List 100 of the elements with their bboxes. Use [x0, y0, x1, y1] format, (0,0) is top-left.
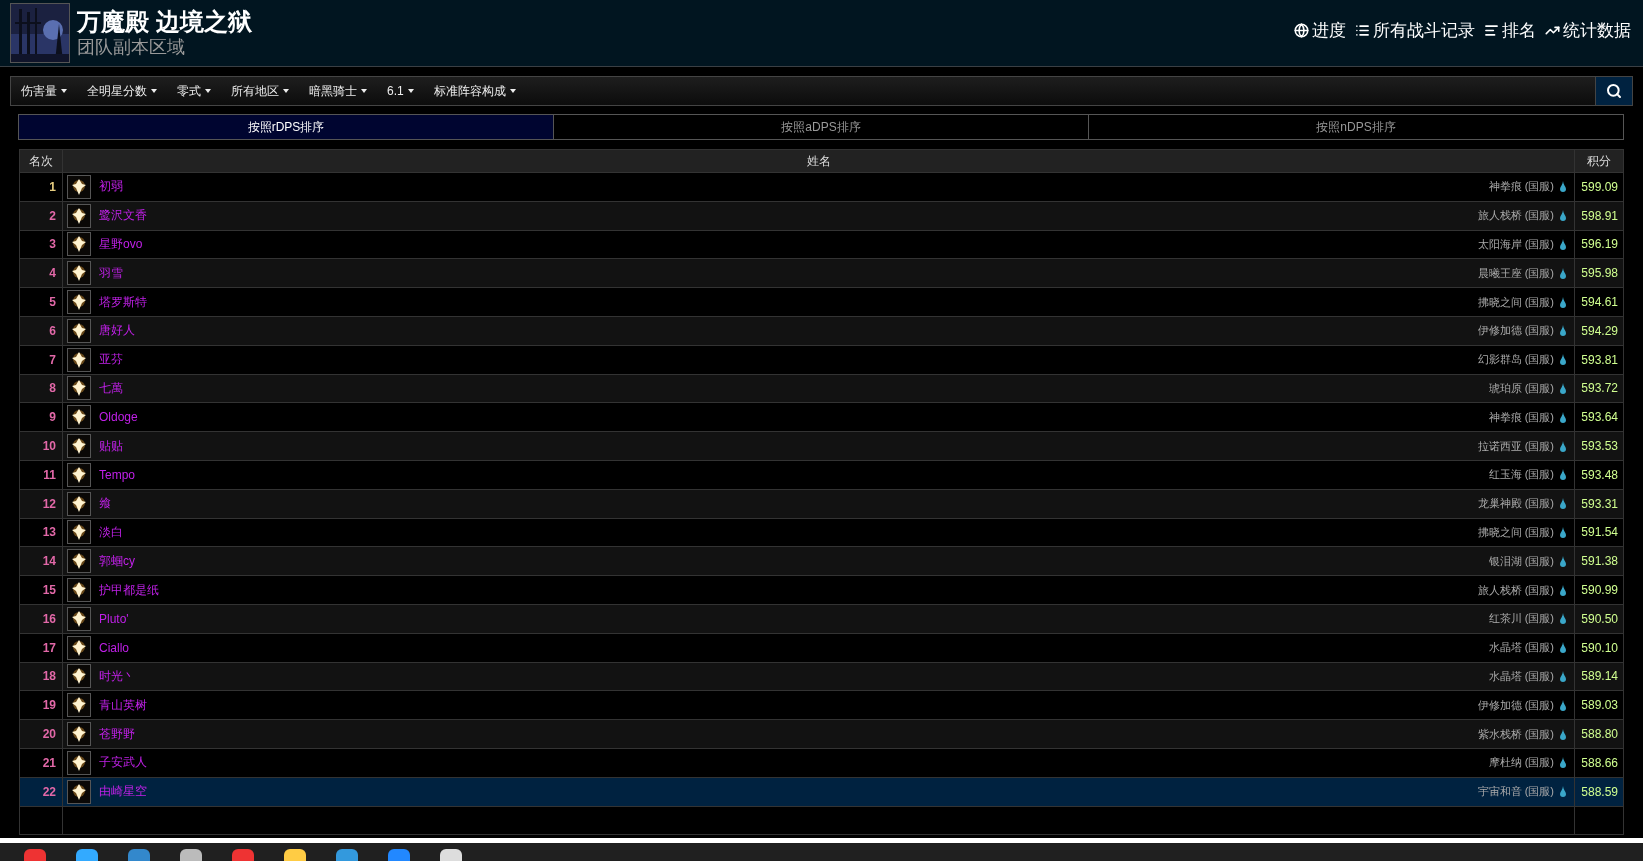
player-name[interactable]: 时光丶 [99, 667, 135, 685]
player-name[interactable]: 青山英树 [99, 696, 147, 714]
ranking-row[interactable]: 10 贴贴 拉诺西亚 (国服) 593.53 [19, 431, 1624, 461]
score-cell: 594.61 [1574, 287, 1624, 317]
ranking-row[interactable]: 22 由崎星空 宇宙和音 (国服) 588.59 [19, 777, 1624, 807]
player-name[interactable]: 飨 [99, 495, 111, 513]
player-name[interactable]: 淡白 [99, 523, 123, 541]
ranking-row[interactable]: 20 苍野野 紫水栈桥 (国服) 588.80 [19, 719, 1624, 749]
player-name[interactable]: 唐好人 [99, 322, 135, 340]
sort-tab[interactable]: 按照rDPS排序 [18, 114, 554, 140]
score-cell: 593.31 [1574, 489, 1624, 519]
player-name[interactable]: 七萬 [99, 379, 123, 397]
score-cell: 589.14 [1574, 662, 1624, 691]
player-name[interactable]: 子安武人 [99, 754, 147, 772]
ranking-row[interactable]: 4 羽雪 晨曦王座 (国服) 595.98 [19, 258, 1624, 288]
ranking-row[interactable]: 7 亚芬 幻影群岛 (国服) 593.81 [19, 345, 1624, 375]
player-name[interactable]: 郭蝈cy [99, 552, 135, 570]
ranking-row[interactable]: 17 Ciallo 水晶塔 (国服) 590.10 [19, 633, 1624, 663]
droplet-icon [1560, 498, 1566, 510]
search-button[interactable] [1595, 77, 1632, 105]
ranking-row[interactable]: 8 七萬 琥珀原 (国服) 593.72 [19, 374, 1624, 403]
class-icon [67, 722, 91, 747]
ranking-row[interactable]: 9 Oldoge 神拳痕 (国服) 593.64 [19, 402, 1624, 432]
ranking-row[interactable]: 21 子安武人 摩杜纳 (国服) 588.66 [19, 748, 1624, 778]
class-icon [67, 693, 91, 718]
rank-number: 7 [49, 352, 56, 367]
droplet-icon [1560, 267, 1566, 279]
ranking-row[interactable]: 16 Pluto' 红茶川 (国服) 590.50 [19, 604, 1624, 634]
ranking-row[interactable]: 2 鹭沢文香 旅人栈桥 (国服) 598.91 [19, 201, 1624, 231]
score-cell: 590.50 [1574, 604, 1624, 634]
server-name: 伊修加德 (国服) [1477, 323, 1554, 339]
rank-number: 20 [42, 727, 56, 742]
zone-subtitle: 团队副本区域 [77, 36, 186, 58]
filter-dropdown[interactable]: 伤害量 [11, 77, 77, 105]
player-name[interactable]: 贴贴 [99, 437, 123, 455]
class-icon [67, 491, 91, 516]
rank-number: 6 [49, 323, 56, 338]
rank-number: 21 [42, 755, 56, 770]
score-cell: 598.91 [1574, 201, 1624, 231]
player-name[interactable]: 护甲都是纸 [99, 581, 159, 599]
nav-link[interactable]: 统计数据 [1545, 18, 1631, 42]
droplet-icon [1560, 555, 1566, 567]
nav-link[interactable]: 排名 [1484, 18, 1536, 42]
rank-number: 9 [49, 410, 56, 425]
ranking-row[interactable]: 11 Tempo 红玉海 (国服) 593.48 [19, 460, 1624, 490]
rank-number: 2 [49, 208, 56, 223]
score-cell: 593.64 [1574, 402, 1624, 432]
score-cell: 588.80 [1574, 719, 1624, 749]
ranking-row[interactable]: 14 郭蝈cy 银泪湖 (国服) 591.38 [19, 546, 1624, 576]
player-name[interactable]: 亚芬 [99, 351, 123, 369]
class-icon [67, 606, 91, 631]
filter-dropdown[interactable]: 暗黑骑士 [299, 77, 377, 105]
ranking-row[interactable]: 6 唐好人 伊修加德 (国服) 594.29 [19, 316, 1624, 346]
droplet-icon [1560, 296, 1566, 308]
droplet-icon [1560, 325, 1566, 337]
class-icon [67, 779, 91, 804]
player-name[interactable]: 初弱 [99, 178, 123, 196]
player-name[interactable]: 由崎星空 [99, 783, 147, 801]
rank-number: 10 [42, 439, 56, 454]
player-name[interactable]: Ciallo [99, 640, 129, 655]
sort-tab[interactable]: 按照nDPS排序 [1088, 114, 1624, 140]
rank-number: 14 [42, 554, 56, 569]
score-cell: 590.99 [1574, 575, 1624, 605]
server-name: 水晶塔 (国服) [1488, 668, 1554, 684]
player-name[interactable]: Tempo [99, 467, 136, 482]
nav-link[interactable]: 进度 [1294, 18, 1346, 42]
droplet-icon [1560, 728, 1566, 740]
score-cell: 595.98 [1574, 258, 1624, 288]
player-name[interactable]: 苍野野 [99, 725, 135, 743]
server-name: 幻影群岛 (国服) [1477, 352, 1554, 368]
ranking-row[interactable]: 1 初弱 神拳痕 (国服) 599.09 [19, 172, 1624, 202]
rank-number: 12 [42, 496, 56, 511]
sort-tab[interactable]: 按照aDPS排序 [553, 114, 1089, 140]
ranking-row[interactable]: 15 护甲都是纸 旅人栈桥 (国服) 590.99 [19, 575, 1624, 605]
score-cell: 593.81 [1574, 345, 1624, 375]
player-name[interactable]: 星野ovo [99, 236, 143, 253]
search-icon [1606, 83, 1622, 99]
ranking-row[interactable]: 13 淡白 拂晓之间 (国服) 591.54 [19, 518, 1624, 547]
ranking-row[interactable]: 5 塔罗斯特 拂晓之间 (国服) 594.61 [19, 287, 1624, 317]
droplet-icon [1560, 382, 1566, 394]
filter-dropdown[interactable]: 标准阵容构成 [423, 77, 526, 105]
filter-dropdown[interactable]: 零式 [167, 77, 221, 105]
ranking-row[interactable]: 12 飨 龙巢神殿 (国服) 593.31 [19, 489, 1624, 519]
filter-dropdown[interactable]: 所有地区 [221, 77, 299, 105]
nav-link[interactable]: 所有战斗记录 [1355, 18, 1475, 42]
ranking-row[interactable]: 18 时光丶 水晶塔 (国服) 589.14 [19, 662, 1624, 691]
filter-dropdown[interactable]: 6.1 [377, 77, 424, 105]
filter-dropdown[interactable]: 全明星分数 [77, 77, 167, 105]
player-name[interactable]: Oldoge [99, 410, 138, 425]
class-icon [67, 232, 91, 257]
ranking-row[interactable]: 19 青山英树 伊修加德 (国服) 589.03 [19, 690, 1624, 720]
droplet-icon [1560, 210, 1566, 222]
player-name[interactable]: 鹭沢文香 [99, 207, 147, 225]
server-name: 红玉海 (国服) [1488, 467, 1554, 483]
ranking-row[interactable]: 3 星野ovo 太阳海岸 (国服) 596.19 [19, 230, 1624, 259]
player-name[interactable]: 羽雪 [99, 264, 123, 282]
server-name: 摩杜纳 (国服) [1488, 755, 1554, 771]
player-name[interactable]: Pluto' [99, 611, 129, 626]
player-name[interactable]: 塔罗斯特 [99, 293, 147, 311]
rank-number: 8 [49, 381, 56, 396]
